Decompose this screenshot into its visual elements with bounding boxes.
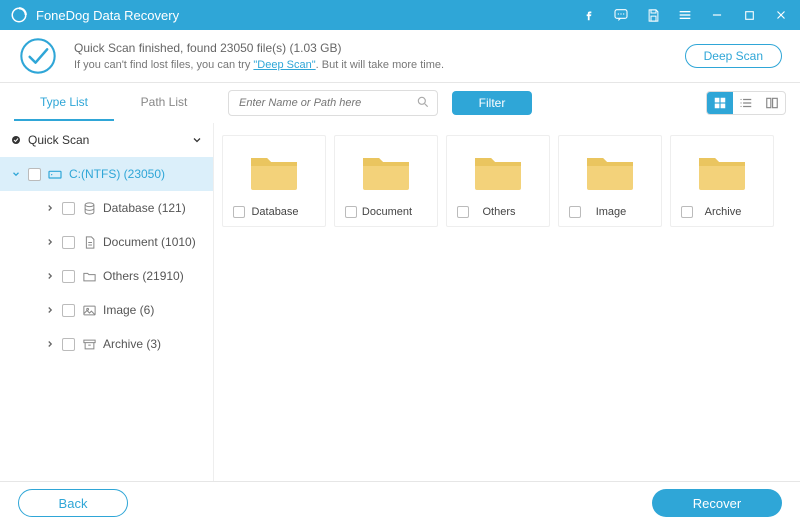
folder-card-image[interactable]: Image	[558, 135, 662, 227]
status-line2: If you can't find lost files, you can tr…	[74, 57, 685, 74]
back-button[interactable]: Back	[18, 489, 128, 517]
tree-item-database[interactable]: Database (121)	[0, 191, 213, 225]
chevron-down-icon[interactable]	[10, 168, 22, 180]
close-icon[interactable]	[772, 6, 790, 24]
status-message: Quick Scan finished, found 23050 file(s)…	[74, 39, 685, 74]
search-box	[228, 90, 438, 116]
folder-icon	[585, 150, 635, 192]
folder-card-document[interactable]: Document	[334, 135, 438, 227]
chevron-down-icon[interactable]	[191, 134, 205, 146]
checkbox[interactable]	[62, 202, 75, 215]
main-area: Quick Scan C:(NTFS) (23050) Database (12…	[0, 123, 800, 481]
folder-name: Image	[571, 206, 651, 218]
folder-card-others[interactable]: Others	[446, 135, 550, 227]
archive-icon	[81, 336, 97, 352]
folder-icon	[361, 150, 411, 192]
folder-icon	[81, 268, 97, 284]
tree-item-image[interactable]: Image (6)	[0, 293, 213, 327]
folder-card-archive[interactable]: Archive	[670, 135, 774, 227]
facebook-icon[interactable]	[580, 6, 598, 24]
folder-icon	[697, 150, 747, 192]
drive-icon	[47, 166, 63, 182]
tree-label: Database (121)	[103, 201, 205, 215]
view-list-icon[interactable]	[733, 92, 759, 114]
view-toggle	[706, 91, 786, 115]
folder-name: Database	[235, 206, 315, 218]
tree-item-others[interactable]: Others (21910)	[0, 259, 213, 293]
tab-path-list[interactable]: Path List	[114, 85, 214, 121]
tree-drive-label: C:(NTFS) (23050)	[69, 167, 205, 181]
status-line2-suffix: . But it will take more time.	[316, 59, 444, 71]
checkbox[interactable]	[62, 270, 75, 283]
tree-label: Document (1010)	[103, 235, 205, 249]
tree-root-label: Quick Scan	[28, 133, 185, 147]
chevron-right-icon[interactable]	[44, 236, 56, 248]
image-icon	[81, 302, 97, 318]
view-grid-icon[interactable]	[707, 92, 733, 114]
status-line2-prefix: If you can't find lost files, you can tr…	[74, 59, 253, 71]
titlebar: FoneDog Data Recovery	[0, 0, 800, 30]
tree-item-document[interactable]: Document (1010)	[0, 225, 213, 259]
save-icon[interactable]	[644, 6, 662, 24]
deep-scan-button[interactable]: Deep Scan	[685, 44, 782, 68]
tree-drive-c[interactable]: C:(NTFS) (23050)	[0, 157, 213, 191]
chevron-right-icon[interactable]	[44, 202, 56, 214]
folder-icon	[249, 150, 299, 192]
app-logo-icon	[10, 6, 28, 24]
recover-button[interactable]: Recover	[652, 489, 782, 517]
window-controls	[580, 6, 790, 24]
checkbox[interactable]	[62, 236, 75, 249]
chevron-right-icon[interactable]	[44, 270, 56, 282]
tree-label: Archive (3)	[103, 337, 205, 351]
status-line1-suffix: file(s) (1.03 GB)	[253, 41, 341, 55]
folder-name: Archive	[683, 206, 763, 218]
search-input[interactable]	[228, 90, 438, 116]
tree-root-quickscan[interactable]: Quick Scan	[0, 123, 213, 157]
menu-icon[interactable]	[676, 6, 694, 24]
tree-label: Others (21910)	[103, 269, 205, 283]
tree-label: Image (6)	[103, 303, 205, 317]
feedback-icon[interactable]	[612, 6, 630, 24]
deep-scan-link[interactable]: "Deep Scan"	[253, 59, 315, 71]
app-brand: FoneDog Data Recovery	[10, 6, 179, 24]
view-detail-icon[interactable]	[759, 92, 785, 114]
document-icon	[81, 234, 97, 250]
checkbox[interactable]	[62, 338, 75, 351]
database-icon	[81, 200, 97, 216]
footer: Back Recover	[0, 481, 800, 524]
chevron-right-icon[interactable]	[44, 304, 56, 316]
status-line1-prefix: Quick Scan finished, found	[74, 41, 220, 55]
folder-name: Others	[459, 206, 539, 218]
tree-item-archive[interactable]: Archive (3)	[0, 327, 213, 361]
list-tabs: Type List Path List	[14, 85, 214, 121]
status-bar: Quick Scan finished, found 23050 file(s)…	[0, 30, 800, 82]
status-file-count: 23050	[220, 41, 253, 55]
folder-card-database[interactable]: Database	[222, 135, 326, 227]
check-circle-icon	[10, 134, 22, 146]
maximize-icon[interactable]	[740, 6, 758, 24]
tab-type-list[interactable]: Type List	[14, 85, 114, 121]
checkbox[interactable]	[62, 304, 75, 317]
minimize-icon[interactable]	[708, 6, 726, 24]
sidebar-tree: Quick Scan C:(NTFS) (23050) Database (12…	[0, 123, 214, 481]
toolbar: Type List Path List Filter	[0, 83, 800, 123]
status-line1: Quick Scan finished, found 23050 file(s)…	[74, 39, 685, 57]
app-title: FoneDog Data Recovery	[36, 8, 179, 23]
folder-grid: Database Document Others Image Archive	[214, 123, 800, 481]
checkbox[interactable]	[28, 168, 41, 181]
search-icon[interactable]	[416, 95, 430, 109]
folder-icon	[473, 150, 523, 192]
scan-complete-check-icon	[18, 36, 58, 76]
chevron-right-icon[interactable]	[44, 338, 56, 350]
filter-button[interactable]: Filter	[452, 91, 532, 115]
folder-name: Document	[347, 206, 427, 218]
